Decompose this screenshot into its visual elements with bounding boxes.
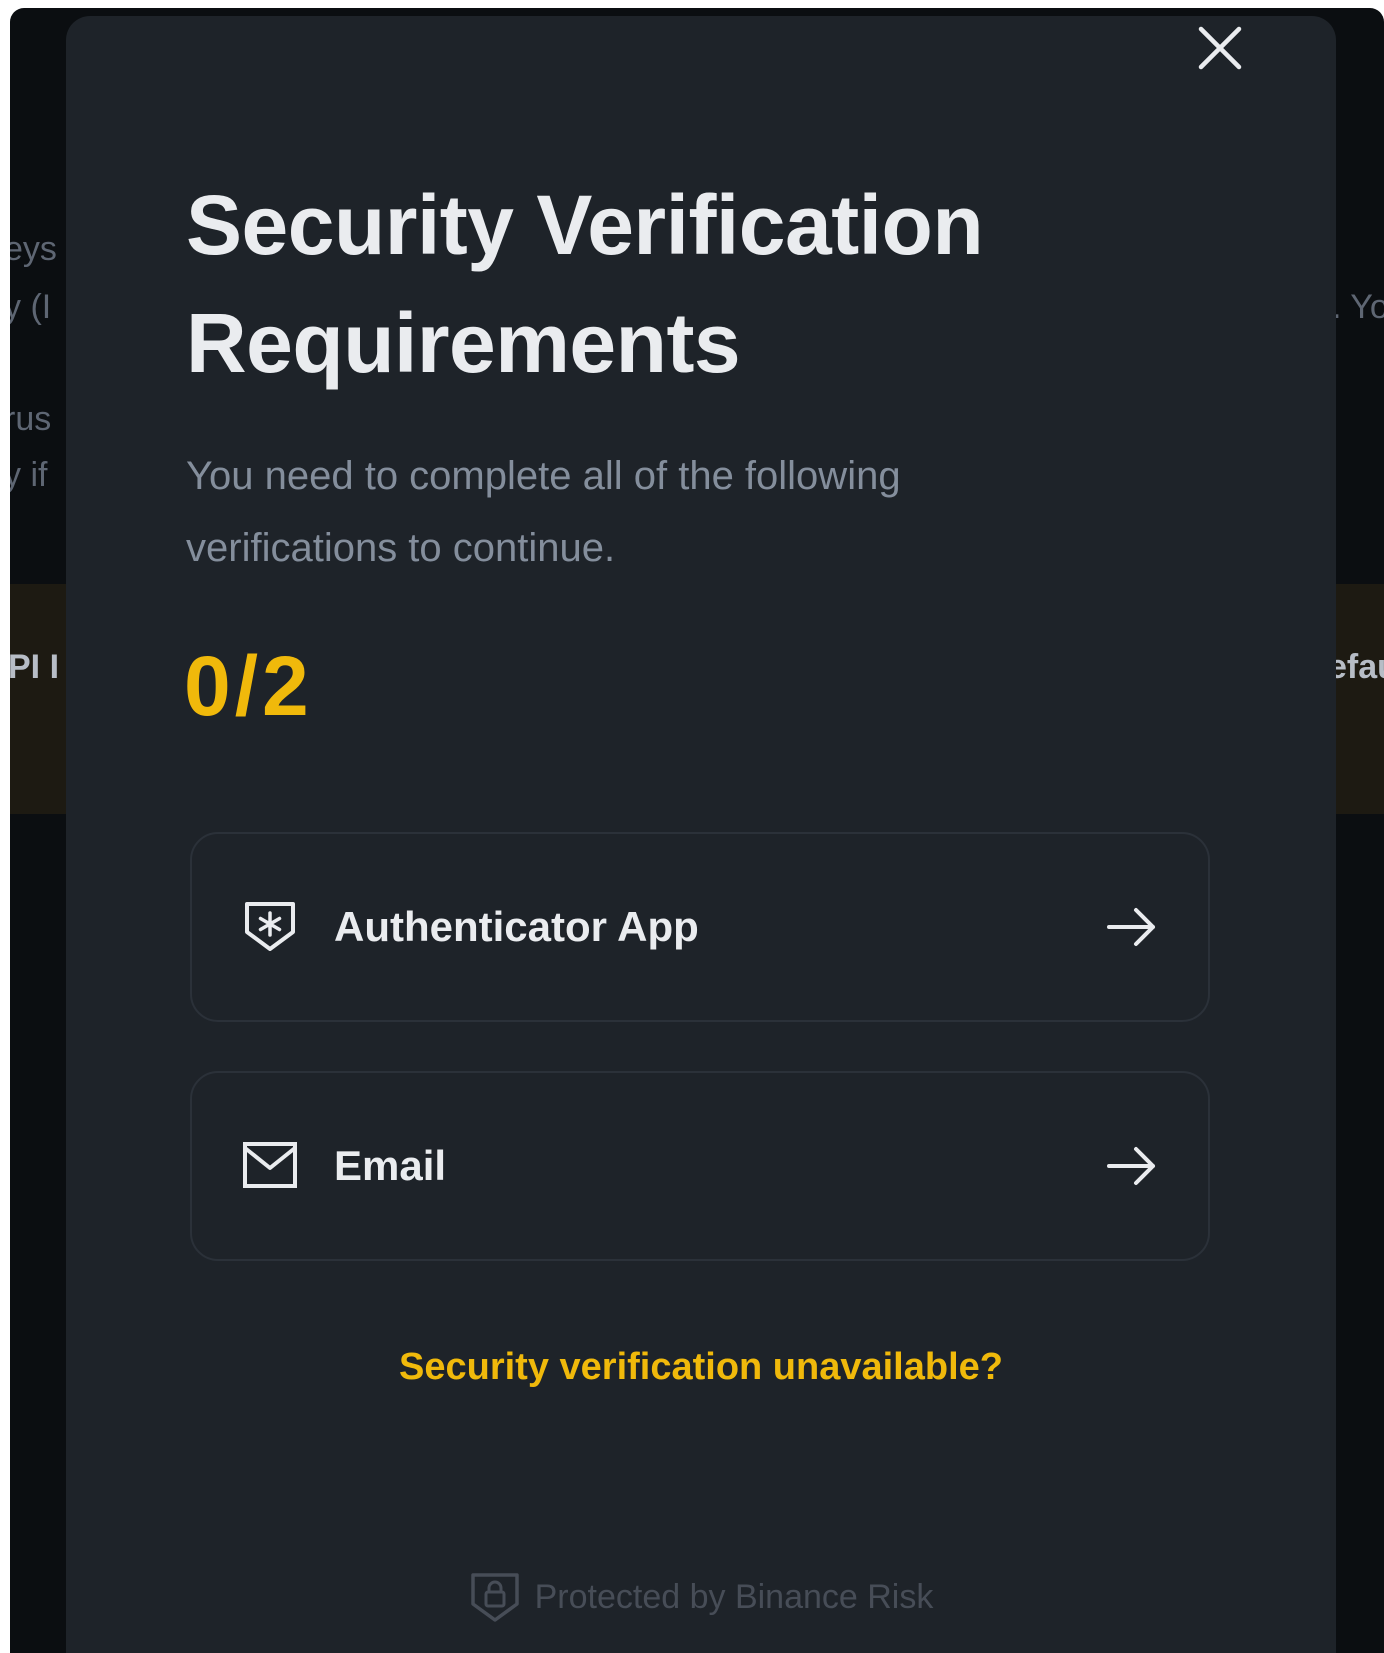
modal-title-line-1: Security Verification — [186, 178, 984, 272]
security-verification-modal: Security Verification Requirements You n… — [66, 16, 1336, 1653]
modal-subtitle: You need to complete all of the followin… — [186, 440, 1086, 584]
footer: Protected by Binance Risk — [66, 1570, 1336, 1624]
shield-lock-icon — [470, 1573, 519, 1622]
modal-title-line-2: Requirements — [186, 296, 741, 390]
modal-subtitle-line-1: You need to complete all of the followin… — [186, 454, 901, 498]
background-banner-text: efau — [1328, 648, 1384, 686]
background-text: eys — [10, 230, 57, 268]
background-banner-text: PI I — [10, 648, 60, 686]
security-verification-unavailable-link[interactable]: Security verification unavailable? — [66, 1346, 1336, 1389]
option-authenticator-app[interactable]: Authenticator App — [190, 832, 1210, 1022]
option-email[interactable]: Email — [190, 1071, 1210, 1261]
close-icon — [1198, 26, 1242, 70]
screen-frame: eys y (I rus y if . Yo PI I efau Securit… — [10, 8, 1384, 1653]
modal-title: Security Verification Requirements — [186, 166, 1186, 402]
modal-subtitle-line-2: verifications to continue. — [186, 526, 616, 570]
option-label: Authenticator App — [334, 903, 699, 950]
footer-text: Protected by Binance Risk — [534, 1577, 934, 1616]
verification-progress: 0/2 — [184, 639, 313, 733]
close-button[interactable] — [1182, 16, 1258, 80]
background-text: y if — [10, 456, 48, 494]
arrow-right-icon — [1104, 1139, 1158, 1193]
authenticator-shield-icon — [242, 899, 298, 955]
envelope-icon — [242, 1138, 298, 1194]
background-text: y (I — [10, 288, 52, 326]
background-text: rus — [10, 400, 52, 438]
arrow-right-icon — [1104, 900, 1158, 954]
background-text: . Yo — [1332, 288, 1384, 326]
option-label: Email — [334, 1142, 447, 1189]
